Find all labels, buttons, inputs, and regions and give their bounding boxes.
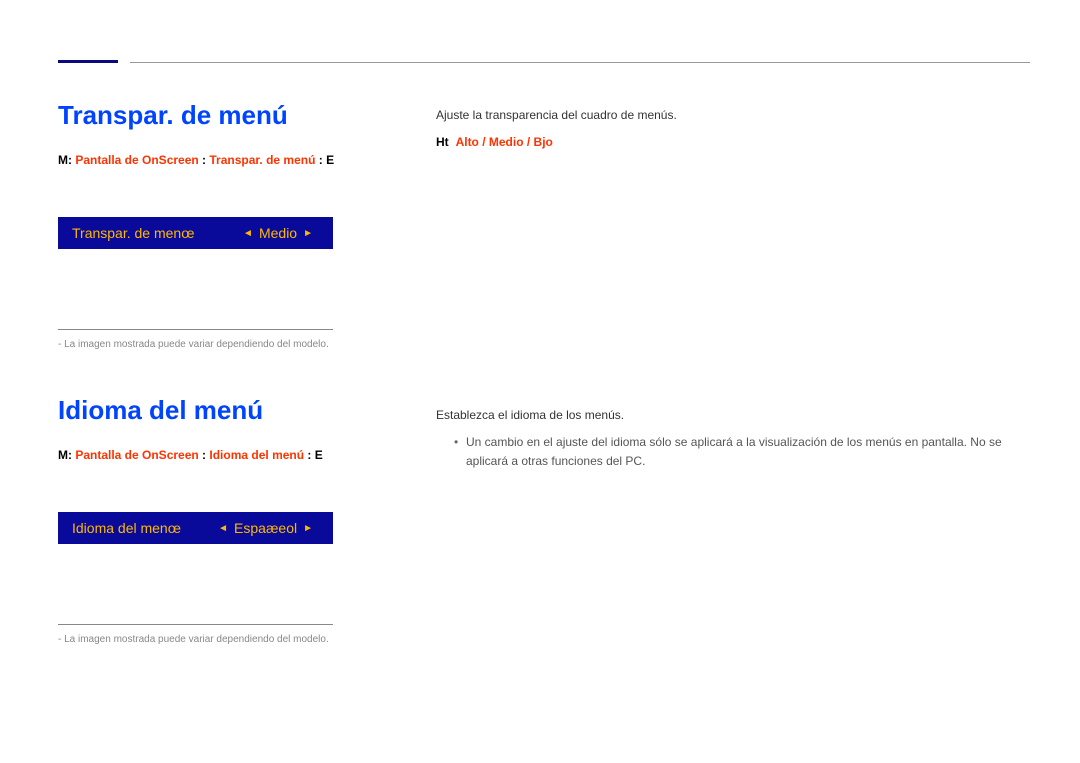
breadcrumb-transparency: M: Pantalla de OnScreen : Transpar. de m… xyxy=(58,153,398,167)
setting-value: Espaæeol xyxy=(234,520,297,536)
arrow-left-icon[interactable]: ◄ xyxy=(243,228,253,239)
breadcrumb-language: M: Pantalla de OnScreen : Idioma del men… xyxy=(58,448,398,462)
setting-label: Idioma del menœ xyxy=(72,520,181,536)
accent-bar xyxy=(58,60,118,63)
breadcrumb-part: : E xyxy=(315,153,334,167)
setting-row-transparency[interactable]: Transpar. de menœ ◄ Medio ► xyxy=(58,217,333,249)
setting-value: Medio xyxy=(259,225,297,241)
breadcrumb-link: Idioma del menú xyxy=(209,448,304,462)
heading-language: Idioma del menú xyxy=(58,395,398,426)
divider xyxy=(58,624,333,625)
arrow-right-icon[interactable]: ► xyxy=(303,228,313,239)
breadcrumb-link: Pantalla de OnScreen xyxy=(75,448,198,462)
heading-transparency: Transpar. de menú xyxy=(58,100,398,131)
bullet-item: Un cambio en el ajuste del idioma sólo s… xyxy=(454,433,1030,471)
setting-value-wrap: ◄ Medio ► xyxy=(237,225,319,241)
arrow-left-icon[interactable]: ◄ xyxy=(218,523,228,534)
breadcrumb-part: : E xyxy=(304,448,323,462)
breadcrumb-link: Transpar. de menú xyxy=(209,153,315,167)
breadcrumb-sep: : xyxy=(199,153,210,167)
breadcrumb-link: Pantalla de OnScreen xyxy=(75,153,198,167)
bullet-list: Un cambio en el ajuste del idioma sólo s… xyxy=(454,433,1030,471)
setting-row-language[interactable]: Idioma del menœ ◄ Espaæeol ► xyxy=(58,512,333,544)
breadcrumb-part: M: xyxy=(58,153,75,167)
options-prefix: Ht xyxy=(436,135,449,149)
section-transparency: Transpar. de menú M: Pantalla de OnScree… xyxy=(58,100,398,352)
description-text: Ajuste la transparencia del cuadro de me… xyxy=(436,106,1030,125)
horizontal-rule xyxy=(130,62,1030,63)
section-language: Idioma del menú M: Pantalla de OnScreen … xyxy=(58,395,398,647)
setting-value-wrap: ◄ Espaæeol ► xyxy=(212,520,319,536)
arrow-right-icon[interactable]: ► xyxy=(303,523,313,534)
disclaimer-note: - La imagen mostrada puede variar depend… xyxy=(58,633,398,647)
divider xyxy=(58,329,333,330)
options-line: Ht Alto / Medio / Bjo xyxy=(436,135,1030,149)
description-text: Establezca el idioma de los menús. xyxy=(436,406,1030,425)
setting-label: Transpar. de menœ xyxy=(72,225,194,241)
description-language: Establezca el idioma de los menús. Un ca… xyxy=(436,406,1030,472)
description-transparency: Ajuste la transparencia del cuadro de me… xyxy=(436,106,1030,149)
breadcrumb-part: M: xyxy=(58,448,75,462)
disclaimer-note: - La imagen mostrada puede variar depend… xyxy=(58,338,398,352)
options-values: Alto / Medio / Bjo xyxy=(456,135,553,149)
breadcrumb-sep: : xyxy=(199,448,210,462)
